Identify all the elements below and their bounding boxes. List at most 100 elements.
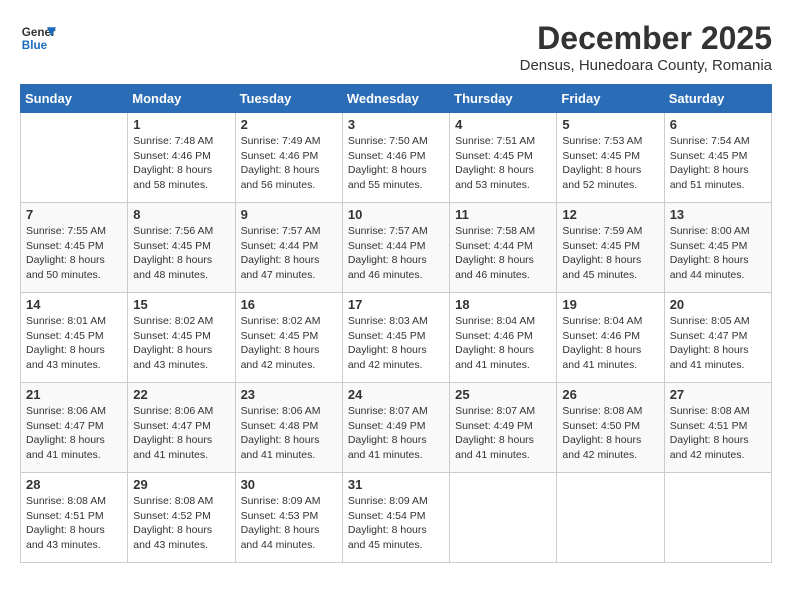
- calendar-week: 7 Sunrise: 7:55 AM Sunset: 4:45 PM Daylig…: [21, 203, 772, 293]
- day-info: Sunrise: 8:08 AM Sunset: 4:51 PM Dayligh…: [670, 404, 766, 463]
- day-info: Sunrise: 8:04 AM Sunset: 4:46 PM Dayligh…: [455, 314, 551, 373]
- day-number: 9: [241, 207, 337, 222]
- calendar-cell: 24 Sunrise: 8:07 AM Sunset: 4:49 PM Dayli…: [342, 383, 449, 473]
- day-number: 29: [133, 477, 229, 492]
- header-day: Thursday: [450, 85, 557, 113]
- calendar-cell: 13 Sunrise: 8:00 AM Sunset: 4:45 PM Dayli…: [664, 203, 771, 293]
- calendar-cell: 27Sunrise: 8:08 AM Sunset: 4:51 PM Dayli…: [664, 383, 771, 473]
- day-number: 28: [26, 477, 122, 492]
- calendar-cell: 18 Sunrise: 8:04 AM Sunset: 4:46 PM Dayli…: [450, 293, 557, 383]
- day-info: Sunrise: 7:57 AM Sunset: 4:44 PM Dayligh…: [348, 224, 444, 283]
- day-info: Sunrise: 7:48 AM Sunset: 4:46 PM Dayligh…: [133, 134, 229, 193]
- day-info: Sunrise: 8:02 AM Sunset: 4:45 PM Dayligh…: [133, 314, 229, 373]
- day-number: 6: [670, 117, 766, 132]
- calendar-cell: 5 Sunrise: 7:53 AM Sunset: 4:45 PM Daylig…: [557, 113, 664, 203]
- day-info: Sunrise: 8:06 AM Sunset: 4:47 PM Dayligh…: [26, 404, 122, 463]
- calendar-cell: 26 Sunrise: 8:08 AM Sunset: 4:50 PM Dayli…: [557, 383, 664, 473]
- day-info: Sunrise: 7:49 AM Sunset: 4:46 PM Dayligh…: [241, 134, 337, 193]
- calendar-cell: 21 Sunrise: 8:06 AM Sunset: 4:47 PM Dayli…: [21, 383, 128, 473]
- calendar-cell: 23 Sunrise: 8:06 AM Sunset: 4:48 PM Dayli…: [235, 383, 342, 473]
- calendar-cell: [664, 473, 771, 563]
- header-day: Sunday: [21, 85, 128, 113]
- day-number: 7: [26, 207, 122, 222]
- day-number: 11: [455, 207, 551, 222]
- calendar-week: 1 Sunrise: 7:48 AM Sunset: 4:46 PM Daylig…: [21, 113, 772, 203]
- day-number: 20: [670, 297, 766, 312]
- day-number: 13: [670, 207, 766, 222]
- calendar-cell: 1 Sunrise: 7:48 AM Sunset: 4:46 PM Daylig…: [128, 113, 235, 203]
- calendar-cell: [450, 473, 557, 563]
- logo: General Blue: [20, 20, 56, 56]
- day-number: 18: [455, 297, 551, 312]
- header-day: Monday: [128, 85, 235, 113]
- day-number: 21: [26, 387, 122, 402]
- day-info: Sunrise: 8:01 AM Sunset: 4:45 PM Dayligh…: [26, 314, 122, 373]
- calendar-week: 14Sunrise: 8:01 AM Sunset: 4:45 PM Dayli…: [21, 293, 772, 383]
- location-subtitle: Densus, Hunedoara County, Romania: [520, 57, 772, 74]
- day-number: 5: [562, 117, 658, 132]
- day-info: Sunrise: 8:08 AM Sunset: 4:50 PM Dayligh…: [562, 404, 658, 463]
- day-info: Sunrise: 8:02 AM Sunset: 4:45 PM Dayligh…: [241, 314, 337, 373]
- day-info: Sunrise: 7:53 AM Sunset: 4:45 PM Dayligh…: [562, 134, 658, 193]
- calendar-cell: 31 Sunrise: 8:09 AM Sunset: 4:54 PM Dayli…: [342, 473, 449, 563]
- day-number: 23: [241, 387, 337, 402]
- day-number: 15: [133, 297, 229, 312]
- calendar-cell: 11 Sunrise: 7:58 AM Sunset: 4:44 PM Dayli…: [450, 203, 557, 293]
- day-info: Sunrise: 7:50 AM Sunset: 4:46 PM Dayligh…: [348, 134, 444, 193]
- day-info: Sunrise: 7:54 AM Sunset: 4:45 PM Dayligh…: [670, 134, 766, 193]
- calendar-cell: 15 Sunrise: 8:02 AM Sunset: 4:45 PM Dayli…: [128, 293, 235, 383]
- calendar-body: 1 Sunrise: 7:48 AM Sunset: 4:46 PM Daylig…: [21, 113, 772, 563]
- day-info: Sunrise: 8:09 AM Sunset: 4:54 PM Dayligh…: [348, 494, 444, 553]
- day-info: Sunrise: 8:08 AM Sunset: 4:52 PM Dayligh…: [133, 494, 229, 553]
- calendar-cell: 14Sunrise: 8:01 AM Sunset: 4:45 PM Dayli…: [21, 293, 128, 383]
- day-info: Sunrise: 7:55 AM Sunset: 4:45 PM Dayligh…: [26, 224, 122, 283]
- calendar-cell: 12Sunrise: 7:59 AM Sunset: 4:45 PM Dayli…: [557, 203, 664, 293]
- day-info: Sunrise: 7:51 AM Sunset: 4:45 PM Dayligh…: [455, 134, 551, 193]
- header-day: Saturday: [664, 85, 771, 113]
- day-number: 25: [455, 387, 551, 402]
- day-info: Sunrise: 8:06 AM Sunset: 4:47 PM Dayligh…: [133, 404, 229, 463]
- day-number: 17: [348, 297, 444, 312]
- day-info: Sunrise: 8:03 AM Sunset: 4:45 PM Dayligh…: [348, 314, 444, 373]
- day-info: Sunrise: 8:04 AM Sunset: 4:46 PM Dayligh…: [562, 314, 658, 373]
- calendar-header: SundayMondayTuesdayWednesdayThursdayFrid…: [21, 85, 772, 113]
- day-number: 19: [562, 297, 658, 312]
- calendar-cell: 29 Sunrise: 8:08 AM Sunset: 4:52 PM Dayli…: [128, 473, 235, 563]
- header-day: Tuesday: [235, 85, 342, 113]
- day-number: 30: [241, 477, 337, 492]
- calendar-cell: 9 Sunrise: 7:57 AM Sunset: 4:44 PM Daylig…: [235, 203, 342, 293]
- day-number: 1: [133, 117, 229, 132]
- calendar-cell: 28 Sunrise: 8:08 AM Sunset: 4:51 PM Dayli…: [21, 473, 128, 563]
- calendar-cell: [557, 473, 664, 563]
- day-number: 26: [562, 387, 658, 402]
- calendar-week: 28 Sunrise: 8:08 AM Sunset: 4:51 PM Dayli…: [21, 473, 772, 563]
- day-info: Sunrise: 8:05 AM Sunset: 4:47 PM Dayligh…: [670, 314, 766, 373]
- calendar-cell: 17 Sunrise: 8:03 AM Sunset: 4:45 PM Dayli…: [342, 293, 449, 383]
- day-number: 4: [455, 117, 551, 132]
- day-info: Sunrise: 7:56 AM Sunset: 4:45 PM Dayligh…: [133, 224, 229, 283]
- day-number: 24: [348, 387, 444, 402]
- day-number: 16: [241, 297, 337, 312]
- day-info: Sunrise: 7:57 AM Sunset: 4:44 PM Dayligh…: [241, 224, 337, 283]
- day-info: Sunrise: 8:07 AM Sunset: 4:49 PM Dayligh…: [455, 404, 551, 463]
- day-number: 31: [348, 477, 444, 492]
- calendar-cell: 10Sunrise: 7:57 AM Sunset: 4:44 PM Dayli…: [342, 203, 449, 293]
- month-title: December 2025: [520, 20, 772, 57]
- day-info: Sunrise: 7:58 AM Sunset: 4:44 PM Dayligh…: [455, 224, 551, 283]
- logo-icon: General Blue: [20, 20, 56, 56]
- day-number: 22: [133, 387, 229, 402]
- calendar-cell: 3Sunrise: 7:50 AM Sunset: 4:46 PM Daylig…: [342, 113, 449, 203]
- calendar-cell: 2 Sunrise: 7:49 AM Sunset: 4:46 PM Daylig…: [235, 113, 342, 203]
- calendar-cell: 7 Sunrise: 7:55 AM Sunset: 4:45 PM Daylig…: [21, 203, 128, 293]
- day-number: 2: [241, 117, 337, 132]
- header-row: SundayMondayTuesdayWednesdayThursdayFrid…: [21, 85, 772, 113]
- day-info: Sunrise: 8:07 AM Sunset: 4:49 PM Dayligh…: [348, 404, 444, 463]
- day-info: Sunrise: 8:06 AM Sunset: 4:48 PM Dayligh…: [241, 404, 337, 463]
- header-day: Wednesday: [342, 85, 449, 113]
- header-day: Friday: [557, 85, 664, 113]
- calendar-cell: 25 Sunrise: 8:07 AM Sunset: 4:49 PM Dayli…: [450, 383, 557, 473]
- calendar-cell: 6 Sunrise: 7:54 AM Sunset: 4:45 PM Daylig…: [664, 113, 771, 203]
- calendar-week: 21 Sunrise: 8:06 AM Sunset: 4:47 PM Dayli…: [21, 383, 772, 473]
- day-info: Sunrise: 8:08 AM Sunset: 4:51 PM Dayligh…: [26, 494, 122, 553]
- day-info: Sunrise: 8:00 AM Sunset: 4:45 PM Dayligh…: [670, 224, 766, 283]
